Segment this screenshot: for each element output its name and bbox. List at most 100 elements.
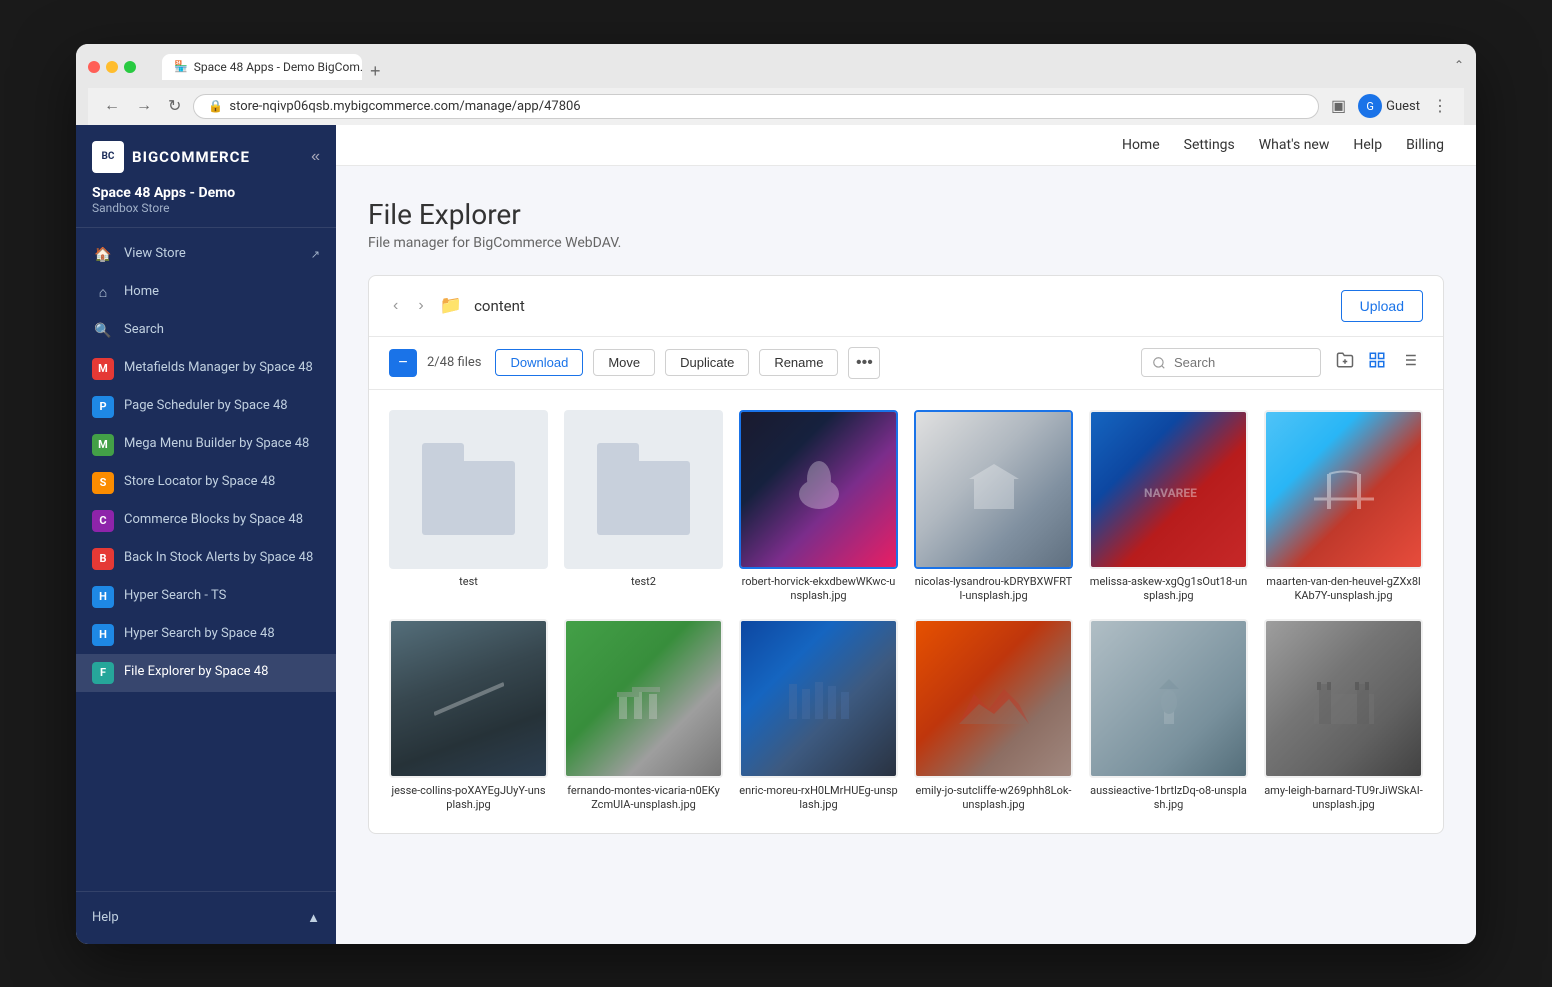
sidebar-item-back-in-stock-label: Back In Stock Alerts by Space 48 [124, 550, 320, 567]
reload-button[interactable]: ↻ [164, 94, 185, 118]
file-item-1[interactable]: robert-horvick-ekxdbewWKwc-unsplash.jpg [739, 410, 898, 604]
download-button[interactable]: Download [495, 349, 583, 376]
main-body: File Explorer File manager for BigCommer… [336, 166, 1476, 944]
file-8-name: emily-jo-sutcliffe-w269phh8Lok-unsplash.… [914, 784, 1073, 813]
new-tab-button[interactable]: + [364, 62, 387, 80]
address-bar[interactable]: 🔒 store-nqivp06qsb.mybigcommerce.com/man… [193, 94, 1319, 119]
page-scheduler-icon: P [92, 396, 114, 418]
sidebar: BC BIGCOMMERCE « Space 48 Apps - Demo Sa… [76, 125, 336, 944]
file-3-thumb: NAVAREE [1089, 410, 1248, 569]
upload-button[interactable]: Upload [1341, 290, 1423, 322]
file-item-3[interactable]: NAVAREE melissa-askew-xgQg1sOut18-unspla… [1089, 410, 1248, 604]
sidebar-item-hyper-search-ts[interactable]: H Hyper Search - TS [76, 578, 336, 616]
file-count: 2/48 files [427, 355, 481, 370]
sidebar-item-hyper-search-space[interactable]: H Hyper Search by Space 48 [76, 616, 336, 654]
file-1-thumb [739, 410, 898, 569]
fe-forward-button[interactable]: › [414, 294, 427, 318]
fe-breadcrumb: content [474, 297, 525, 315]
file-item-5[interactable]: jesse-collins-poXAYEgJUyY-unsplash.jpg [389, 619, 548, 813]
file-1-name: robert-horvick-ekxdbewWKwc-unsplash.jpg [739, 575, 898, 604]
fullscreen-button[interactable] [124, 61, 136, 73]
sidebar-store-info: Space 48 Apps - Demo Sandbox Store [76, 185, 336, 228]
file-item-9[interactable]: aussieactive-1brtlzDq-o8-unsplash.jpg [1089, 619, 1248, 813]
move-button[interactable]: Move [593, 349, 655, 376]
duplicate-button[interactable]: Duplicate [665, 349, 749, 376]
sidebar-item-home[interactable]: ⌂ Home [76, 274, 336, 312]
minimize-button[interactable] [106, 61, 118, 73]
file-2-image [916, 412, 1071, 567]
sidebar-header: BC BIGCOMMERCE « [76, 125, 336, 185]
sidebar-footer: Help ▲ [76, 891, 336, 944]
browser-tabs: 🏪 Space 48 Apps - Demo BigCom... ✕ + [162, 54, 1444, 80]
sidebar-collapse-button[interactable]: « [311, 148, 320, 166]
topbar-help-link[interactable]: Help [1353, 137, 1382, 153]
back-button[interactable]: ← [100, 95, 124, 117]
extensions-button[interactable]: ▣ [1327, 94, 1350, 118]
sidebar-item-view-store[interactable]: 🏠 View Store ↗ [76, 236, 336, 274]
folder-item-test[interactable]: test [389, 410, 548, 604]
active-tab[interactable]: 🏪 Space 48 Apps - Demo BigCom... ✕ [162, 54, 362, 80]
rename-button[interactable]: Rename [759, 349, 838, 376]
back-in-stock-icon: B [92, 548, 114, 570]
sidebar-item-commerce-blocks[interactable]: C Commerce Blocks by Space 48 [76, 502, 336, 540]
sidebar-item-hyper-search-space-label: Hyper Search by Space 48 [124, 626, 320, 643]
hyper-search-space-icon: H [92, 624, 114, 646]
help-collapse-icon: ▲ [307, 910, 320, 926]
select-all-button[interactable]: − [389, 349, 417, 377]
file-item-6[interactable]: fernando-montes-vicaria-n0EKyZcmUIA-unsp… [564, 619, 723, 813]
svg-text:NAVAREE: NAVAREE [1144, 486, 1197, 500]
sidebar-item-page-scheduler[interactable]: P Page Scheduler by Space 48 [76, 388, 336, 426]
fe-back-button[interactable]: ‹ [389, 294, 402, 318]
store-name: Space 48 Apps - Demo [92, 185, 320, 201]
view-store-icon: 🏠 [92, 244, 114, 266]
browser-chrome: 🏪 Space 48 Apps - Demo BigCom... ✕ + ⌃ ←… [76, 44, 1476, 125]
sidebar-logo: BC BIGCOMMERCE [92, 141, 250, 173]
bigcommerce-logo-text: BIGCOMMERCE [132, 148, 250, 166]
sidebar-item-store-locator-label: Store Locator by Space 48 [124, 474, 320, 491]
sidebar-item-search[interactable]: 🔍 Search [76, 312, 336, 350]
file-3-image: NAVAREE [1091, 412, 1246, 567]
file-item-7[interactable]: enric-moreu-rxH0LMrHUEg-unsplash.jpg [739, 619, 898, 813]
file-item-8[interactable]: emily-jo-sutcliffe-w269phh8Lok-unsplash.… [914, 619, 1073, 813]
file-item-2[interactable]: nicolas-lysandrou-kDRYBXWFRTI-unsplash.j… [914, 410, 1073, 604]
file-7-image [741, 621, 896, 776]
sidebar-item-view-store-label: View Store [124, 246, 301, 263]
add-folder-button[interactable] [1331, 348, 1359, 377]
grid-view-button[interactable] [1363, 348, 1391, 377]
sidebar-item-mega-menu[interactable]: M Mega Menu Builder by Space 48 [76, 426, 336, 464]
file-4-image [1266, 412, 1421, 567]
page-title: File Explorer [368, 198, 1444, 231]
forward-button[interactable]: → [132, 95, 156, 117]
sidebar-item-metafields[interactable]: M Metafields Manager by Space 48 [76, 350, 336, 388]
file-4-name: maarten-van-den-heuvel-gZXx8lKAb7Y-unspl… [1264, 575, 1423, 604]
file-item-4[interactable]: maarten-van-den-heuvel-gZXx8lKAb7Y-unspl… [1264, 410, 1423, 604]
file-search-input[interactable] [1141, 348, 1321, 377]
user-area[interactable]: G Guest [1358, 94, 1420, 118]
file-item-10[interactable]: amy-leigh-barnard-TU9rJiWSkAI-unsplash.j… [1264, 619, 1423, 813]
file-3-name: melissa-askew-xgQg1sOut18-unsplash.jpg [1089, 575, 1248, 604]
topbar-home-link[interactable]: Home [1122, 137, 1160, 153]
topbar-whats-new-link[interactable]: What's new [1259, 137, 1330, 153]
topbar-settings-link[interactable]: Settings [1184, 137, 1235, 153]
browser-menu-button[interactable]: ⋮ [1428, 94, 1452, 118]
file-6-thumb [564, 619, 723, 778]
sidebar-item-metafields-label: Metafields Manager by Space 48 [124, 360, 320, 377]
store-type: Sandbox Store [92, 201, 320, 215]
file-explorer-panel: ‹ › 📁 content Upload − 2/48 files Downlo… [368, 275, 1444, 834]
folder-visual [422, 443, 515, 536]
sidebar-item-commerce-blocks-label: Commerce Blocks by Space 48 [124, 512, 320, 529]
sidebar-item-file-explorer[interactable]: F File Explorer by Space 48 [76, 654, 336, 692]
user-avatar: G [1358, 94, 1382, 118]
browser-toolbar-right: ▣ G Guest ⋮ [1327, 94, 1452, 118]
traffic-lights [88, 61, 136, 73]
more-actions-button[interactable]: ••• [848, 347, 880, 379]
sidebar-item-store-locator[interactable]: S Store Locator by Space 48 [76, 464, 336, 502]
sidebar-item-back-in-stock[interactable]: B Back In Stock Alerts by Space 48 [76, 540, 336, 578]
folder-item-test2[interactable]: test2 [564, 410, 723, 604]
file-9-name: aussieactive-1brtlzDq-o8-unsplash.jpg [1089, 784, 1248, 813]
browser-titlebar: 🏪 Space 48 Apps - Demo BigCom... ✕ + ⌃ [88, 54, 1464, 80]
close-button[interactable] [88, 61, 100, 73]
topbar-billing-link[interactable]: Billing [1406, 137, 1444, 153]
sidebar-help-item[interactable]: Help ▲ [76, 900, 336, 936]
list-view-button[interactable] [1395, 348, 1423, 377]
